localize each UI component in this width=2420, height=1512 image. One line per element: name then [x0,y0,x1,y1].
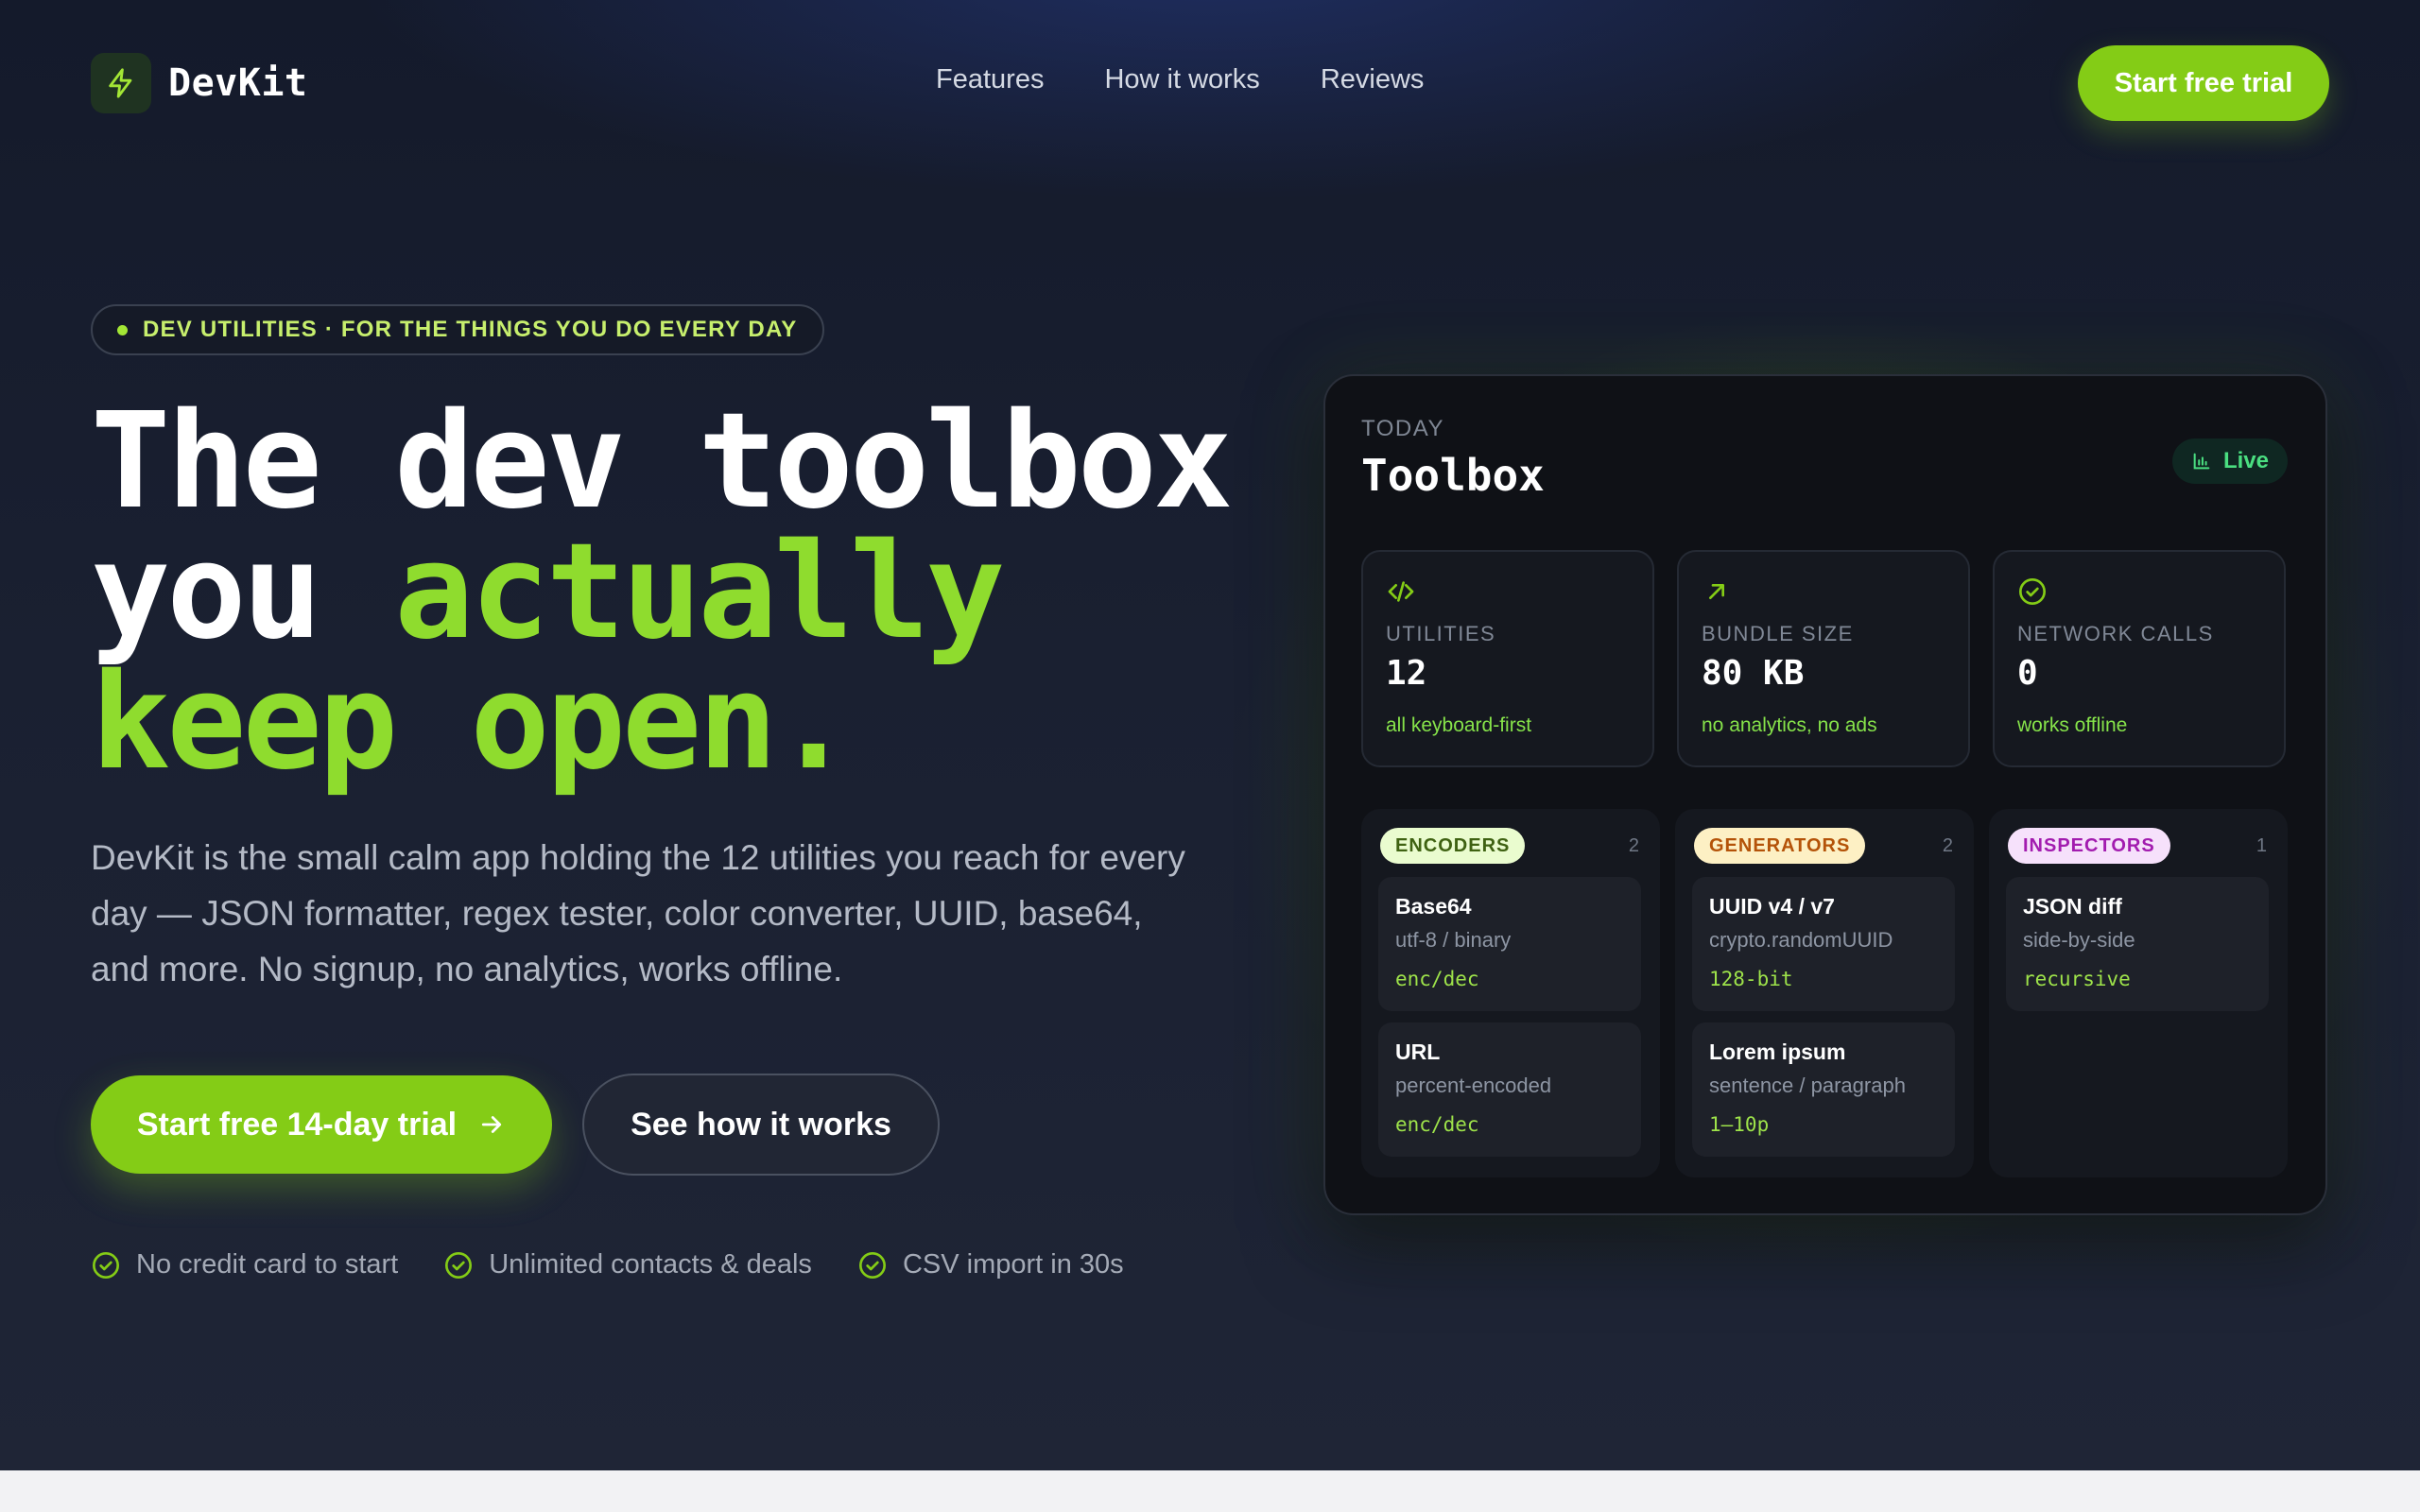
tool-desc: percent-encoded [1395,1074,1552,1097]
tool-desc: crypto.randomUUID [1709,928,1893,952]
check-circle-icon [2019,578,2046,605]
category-tag: INSPECTORS [2008,828,2170,864]
category-tag: ENCODERS [1380,828,1526,864]
live-label: Live [2222,448,2269,473]
top-nav: DevKit Features How it works Reviews Sta… [0,0,2420,166]
bar-chart-icon [2193,453,2210,470]
toolbox-card: TODAY Toolbox Live UTILITIES 12 all keyb… [1323,374,2327,1215]
tool-code: enc/dec [1395,1113,1479,1136]
tool-code: recursive [2023,968,2131,990]
hero-description: DevKit is the small calm app holding the… [91,838,1185,988]
headline-line-3-accent: keep open. [91,645,854,799]
next-section-edge [0,1470,2420,1512]
category-tag: GENERATORS [1694,828,1866,864]
perk-label: No credit card to start [136,1249,399,1280]
brand-name: DevKit [168,61,308,105]
eyebrow-badge: DEV UTILITIES · FOR THE THINGS YOU DO EV… [91,304,824,355]
tool-name: Base64 [1395,894,1472,919]
start-trial-button[interactable]: Start free 14-day trial [91,1075,552,1174]
card-title: Toolbox [1361,450,1545,501]
tool-desc: sentence / paragraph [1709,1074,1906,1097]
tool-card-base64[interactable]: Base64 utf-8 / binary enc/dec [1378,877,1641,1011]
tool-name: URL [1395,1040,1441,1064]
nav-links: Features How it works Reviews [936,64,1424,95]
stat-label: UTILITIES [1386,622,1496,645]
category-count: 2 [1628,835,1639,856]
category-count: 1 [2256,835,2267,856]
tool-card-uuid[interactable]: UUID v4 / v7 crypto.randomUUID 128-bit [1692,877,1955,1011]
stat-caption: no analytics, no ads [1702,714,1877,736]
column-encoders: ENCODERS 2 Base64 utf-8 / binary enc/dec… [1361,809,1660,1177]
tool-card-lorem-ipsum[interactable]: Lorem ipsum sentence / paragraph 1–10p [1692,1022,1955,1157]
column-generators: GENERATORS 2 UUID v4 / v7 crypto.randomU… [1675,809,1974,1177]
perk-label: Unlimited contacts & deals [489,1249,812,1280]
stat-caption: works offline [2017,714,2128,736]
stat-bundle-size: BUNDLE SIZE 80 KB no analytics, no ads [1677,550,1970,767]
nav-link-how-it-works[interactable]: How it works [1104,64,1259,95]
stat-value: 80 KB [1702,654,1805,693]
stat-utilities: UTILITIES 12 all keyboard-first [1361,550,1654,767]
tool-code: 1–10p [1709,1113,1770,1136]
hero-section: DevKit Features How it works Reviews Sta… [0,0,2420,1470]
tool-desc: utf-8 / binary [1395,928,1512,952]
perks-list: No credit card to start Unlimited contac… [91,1249,1124,1280]
logo[interactable]: DevKit [91,53,308,113]
perk-label: CSV import in 30s [902,1249,1124,1280]
arrow-up-right-icon [1709,584,1724,599]
arrow-right-icon [482,1116,502,1133]
stat-network-calls: NETWORK CALLS 0 works offline [1993,550,2286,767]
stat-value: 0 [2017,654,2038,693]
stat-label: BUNDLE SIZE [1702,622,1854,645]
eyebrow-text: DEV UTILITIES · FOR THE THINGS YOU DO EV… [143,317,798,342]
tool-card-url[interactable]: URL percent-encoded enc/dec [1378,1022,1641,1157]
check-circle-icon [93,1251,119,1279]
card-kicker: TODAY [1361,416,1444,441]
bolt-icon [91,53,151,113]
check-circle-icon [445,1251,473,1279]
tool-desc: side-by-side [2023,928,2135,952]
tool-name: UUID v4 / v7 [1709,894,1835,919]
hero-headline: The dev toolbox you actually keep open. [91,396,1282,789]
tool-code: enc/dec [1395,968,1479,990]
see-how-it-works-button[interactable]: See how it works [582,1074,940,1176]
stats-row: UTILITIES 12 all keyboard-first BUNDLE S… [1361,550,2286,767]
tool-name: JSON diff [2023,894,2122,919]
tool-columns: ENCODERS 2 Base64 utf-8 / binary enc/dec… [1361,809,2288,1177]
category-count: 2 [1942,835,1953,856]
tool-name: Lorem ipsum [1709,1040,1846,1064]
stat-caption: all keyboard-first [1386,714,1532,736]
start-trial-label: Start free 14-day trial [136,1106,458,1143]
check-circle-icon [858,1251,886,1279]
perk-item: Unlimited contacts & deals [443,1249,812,1280]
perk-item: CSV import in 30s [857,1249,1124,1280]
nav-link-features[interactable]: Features [936,64,1044,95]
nav-link-reviews[interactable]: Reviews [1321,64,1425,95]
stat-label: NETWORK CALLS [2017,622,2214,645]
live-badge[interactable]: Live [2171,438,2288,484]
column-inspectors: INSPECTORS 1 JSON diff side-by-side recu… [1989,809,2288,1177]
perk-item: No credit card to start [91,1249,398,1280]
status-dot-icon [117,324,128,335]
tool-code: 128-bit [1709,968,1793,990]
nav-start-trial-button[interactable]: Start free trial [2078,45,2329,121]
code-icon [1388,581,1414,602]
stat-value: 12 [1386,654,1427,693]
tool-card-json-diff[interactable]: JSON diff side-by-side recursive [2006,877,2269,1011]
